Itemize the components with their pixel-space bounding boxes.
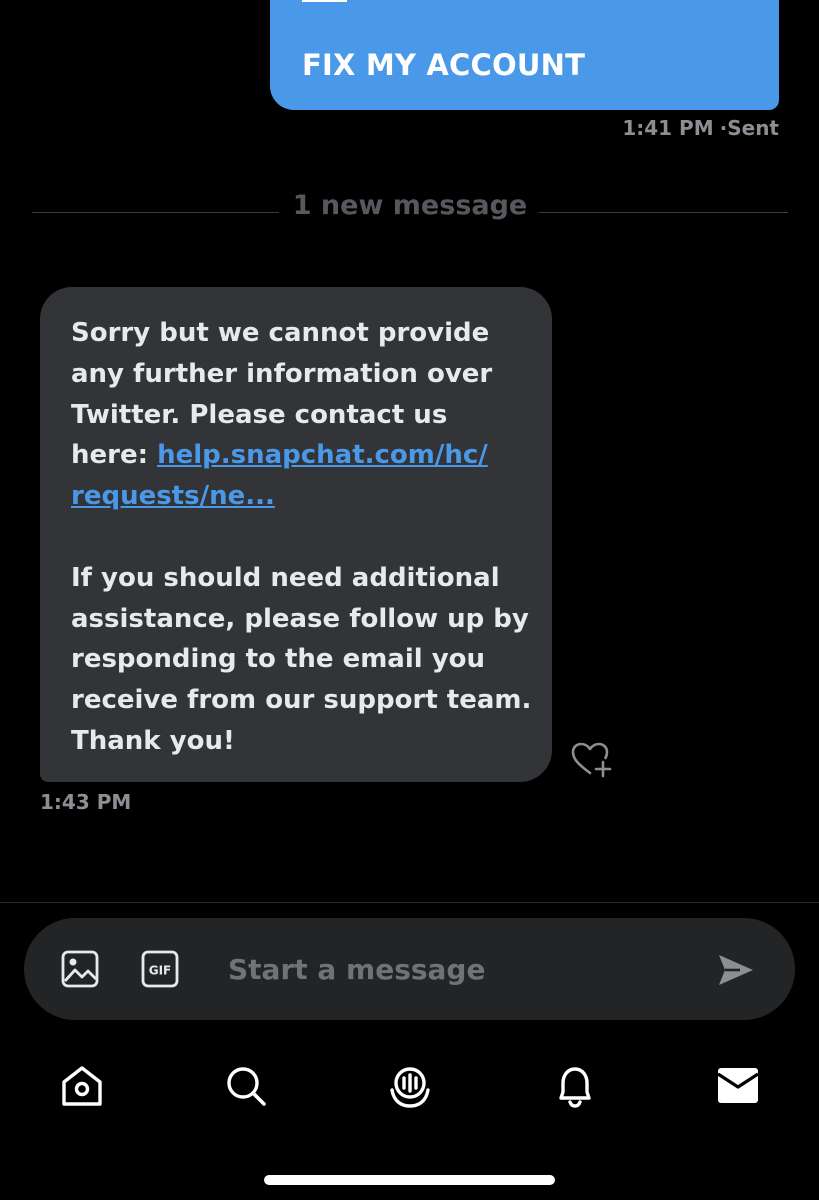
nav-messages[interactable] [714,1062,762,1110]
support-link-line-2: requests/ne... [71,481,275,512]
received-message-bubble[interactable]: Sorry but we cannot provide any further … [40,287,552,782]
support-link-line-1: help.snapchat.com/hc/ [157,440,488,471]
sent-message-status: Sent [727,116,779,140]
add-reaction-button[interactable] [570,740,614,780]
sent-message-bubble[interactable]: FIX MY ACCOUNT [270,0,779,110]
svg-text:GIF: GIF [149,964,172,978]
nav-notifications[interactable] [551,1062,599,1110]
new-message-label: 1 new message [292,190,528,221]
nav-search[interactable] [222,1062,270,1110]
sent-message-text: FIX MY ACCOUNT [302,48,586,82]
sent-message-time: 1:41 PM [622,116,714,140]
send-icon [719,955,753,985]
composer-divider [0,902,819,903]
message-paragraph-2: If you should need additional assistance… [71,562,532,756]
add-gif-button[interactable]: GIF [140,949,180,989]
new-message-divider: 1 new message [32,190,788,230]
home-icon [62,1066,102,1106]
send-button[interactable] [716,951,756,989]
search-icon [227,1067,266,1106]
sent-message-meta: 1:41 PM ·Sent [622,116,779,140]
envelope-icon [717,1068,759,1103]
message-composer: GIF [24,918,795,1020]
sent-message-bar [302,0,347,2]
add-media-button[interactable] [60,949,100,989]
message-input[interactable] [228,946,688,992]
gif-icon: GIF [141,950,179,988]
message-paragraph-1: Sorry but we cannot provide any further … [71,313,532,517]
heart-plus-icon [571,742,612,778]
bell-icon [559,1067,591,1108]
spaces-icon [390,1067,430,1108]
image-icon [61,950,99,988]
nav-home[interactable] [58,1062,106,1110]
received-message-time: 1:43 PM [40,790,132,814]
nav-spaces[interactable] [386,1062,434,1110]
home-indicator[interactable] [264,1175,555,1185]
